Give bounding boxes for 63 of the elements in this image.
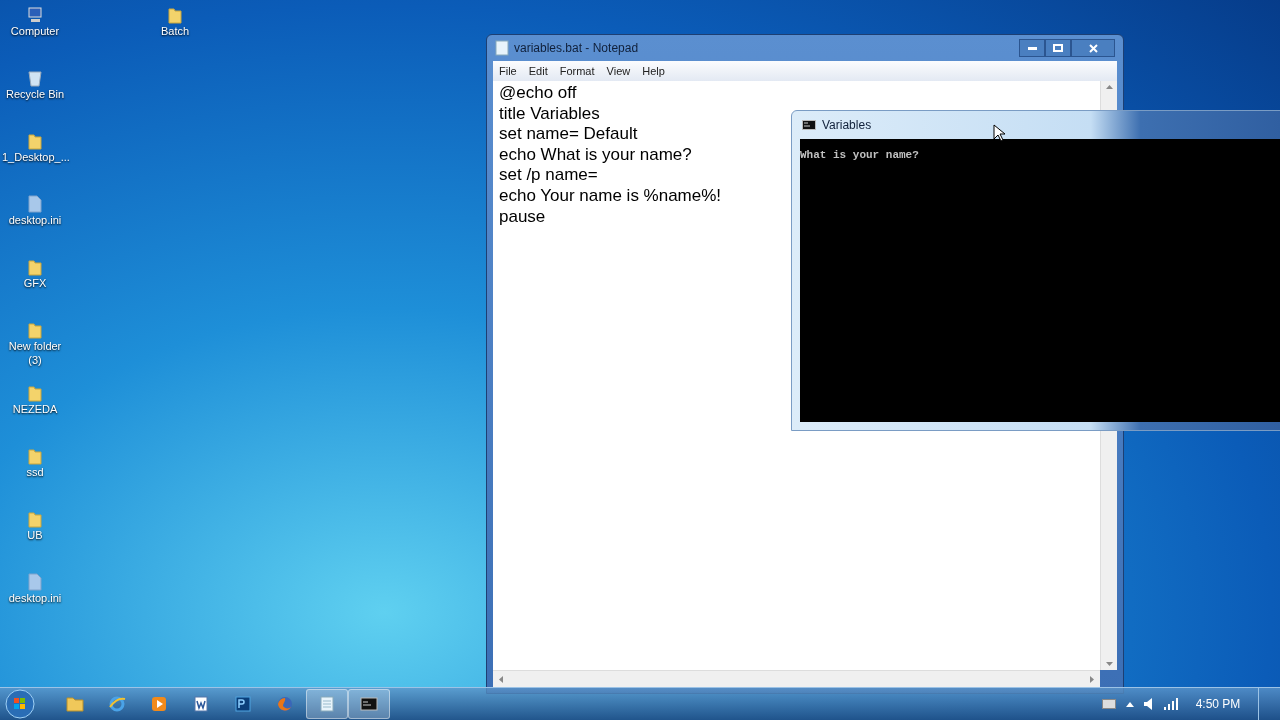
text-line: set name= Default <box>499 124 638 145</box>
signal-bars-icon[interactable] <box>1164 698 1178 710</box>
folder-icon <box>66 696 84 712</box>
text-line: echo What is your name? <box>499 144 692 166</box>
desktop-icon-label[interactable]: GFX <box>2 276 68 290</box>
desktop-icon-label[interactable]: 1_Desktop_... <box>2 150 68 164</box>
close-button[interactable] <box>1071 39 1115 57</box>
start-orb-icon <box>5 689 35 719</box>
up-arrow-icon[interactable] <box>1126 701 1134 707</box>
keyboard-icon[interactable] <box>1102 699 1116 709</box>
text-line: title Variables <box>499 103 600 125</box>
maximize-icon <box>1053 44 1063 52</box>
speaker-icon[interactable] <box>1144 698 1154 710</box>
folder-icon <box>27 258 43 276</box>
desktop-icon-label[interactable]: desktop.ini <box>2 213 68 227</box>
console-icon <box>802 120 816 130</box>
desktop-icon-label[interactable]: Computer <box>2 24 68 38</box>
desktop-icon-label[interactable]: Batch <box>142 24 208 38</box>
window-title: variables.bat - Notepad <box>514 40 639 57</box>
desktop-icon-label[interactable]: ssd <box>2 465 68 479</box>
globe-e-icon <box>108 695 126 713</box>
menu-item[interactable]: View <box>606 62 631 80</box>
taskbar-button[interactable] <box>348 689 390 719</box>
desktop-icon-label[interactable]: Recycle Bin <box>2 87 68 101</box>
desktop-icon-label[interactable]: New folder (3) <box>2 339 68 367</box>
folder-icon <box>27 384 43 402</box>
folder-icon <box>27 132 43 150</box>
notepad-icon <box>319 695 335 713</box>
maximize-button[interactable] <box>1045 39 1071 57</box>
menu-item[interactable]: Format <box>559 62 595 80</box>
desktop-icon-label[interactable]: desktop.ini <box>2 591 68 605</box>
desktop-icon-label[interactable]: NEZEDA <box>2 402 68 416</box>
menu-item[interactable]: Edit <box>528 62 548 80</box>
clock[interactable]: 4:50 PM <box>1188 695 1248 713</box>
close-icon <box>1088 43 1098 53</box>
text-line: set /p name= <box>499 165 598 186</box>
text-line: echo Your name is %name%! <box>499 185 722 207</box>
menu-item[interactable]: File <box>499 62 517 80</box>
window-title: Variables <box>822 117 872 134</box>
notepad-icon <box>495 40 509 56</box>
ps-square-icon <box>234 695 252 713</box>
folder-icon <box>27 447 43 465</box>
minimize-button[interactable] <box>1019 39 1045 57</box>
folder-icon <box>27 321 43 339</box>
scroll-right-arrow-icon[interactable] <box>1090 675 1094 683</box>
scroll-down-arrow-icon[interactable] <box>1105 662 1113 666</box>
document-w-icon <box>192 695 210 713</box>
scroll-left-arrow-icon[interactable] <box>499 675 503 683</box>
desktop-icon-label[interactable]: UB <box>2 528 68 542</box>
file-icon <box>28 195 42 213</box>
console-icon <box>360 697 378 711</box>
folder-icon <box>167 6 183 24</box>
minimize-icon <box>1027 46 1037 50</box>
computer-icon <box>26 6 44 24</box>
text-line: @echo off <box>499 83 577 104</box>
recycle-bin-icon <box>27 69 43 87</box>
console-output: What is your name? <box>800 149 919 161</box>
folder-icon <box>27 510 43 528</box>
scroll-up-arrow-icon[interactable] <box>1105 85 1113 89</box>
play-icon <box>150 695 168 713</box>
file-icon <box>28 573 42 591</box>
menu-item[interactable]: Help <box>642 62 665 80</box>
text-line: pause <box>499 206 546 228</box>
